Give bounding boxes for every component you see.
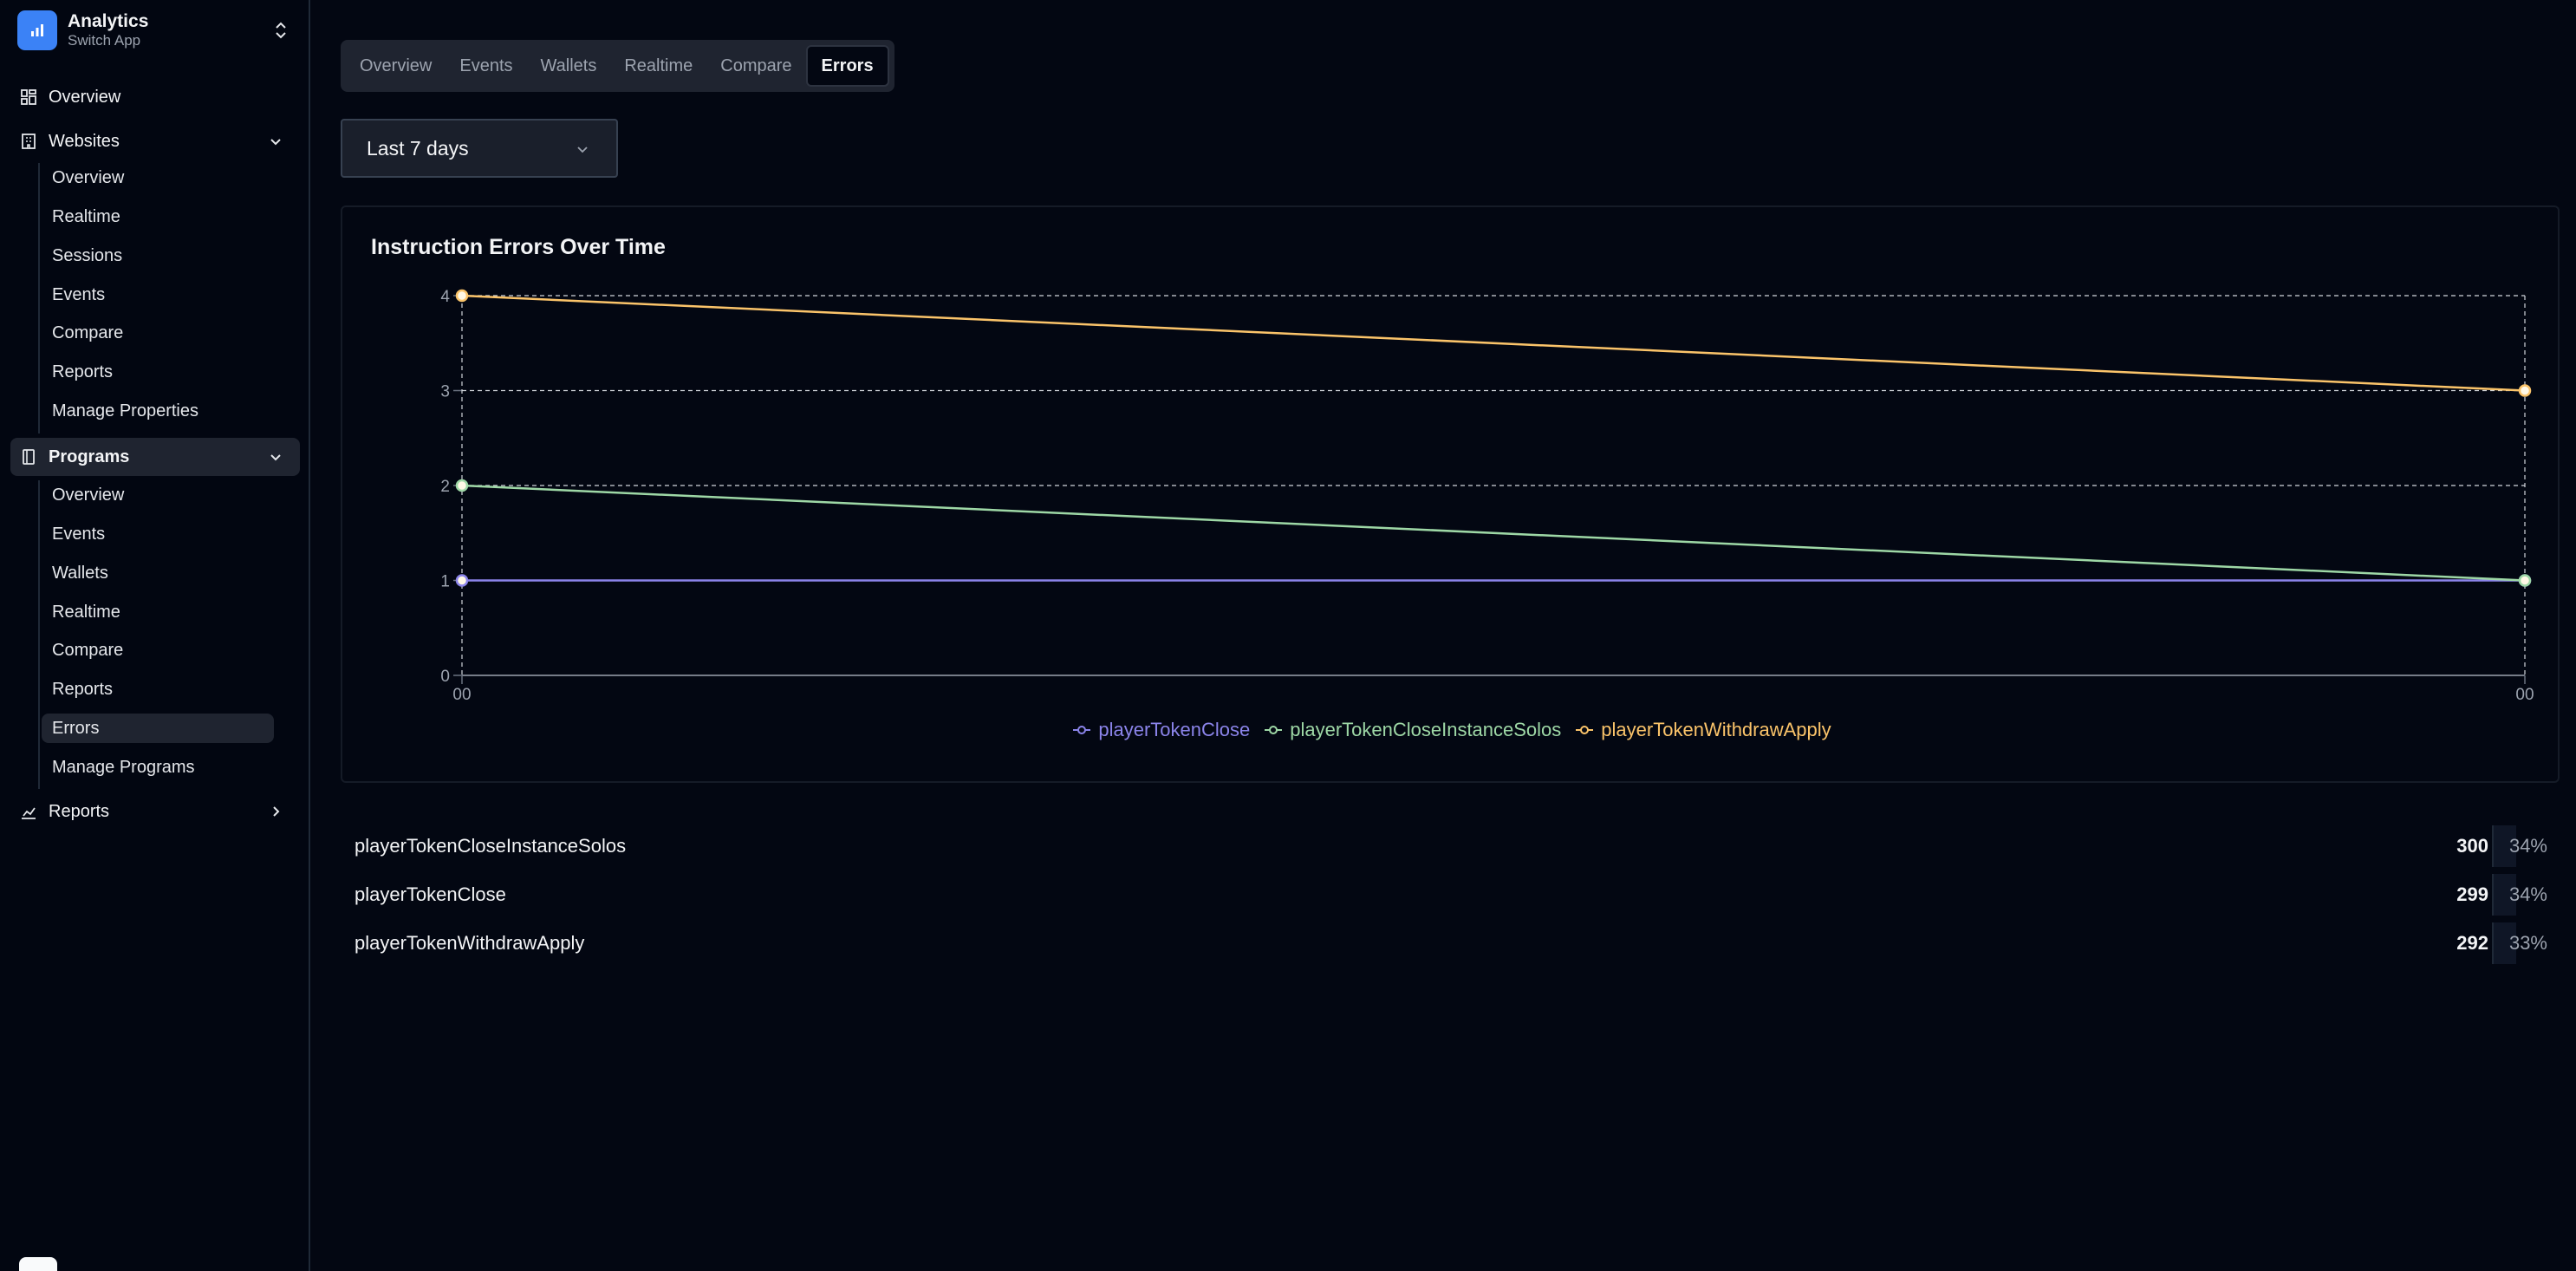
sidebar-item-label: Websites: [49, 131, 120, 151]
sidebar-item-websites-overview[interactable]: Overview: [42, 163, 274, 192]
data-point: [455, 479, 469, 492]
legend-item[interactable]: playerTokenCloseInstanceSolos: [1264, 719, 1561, 741]
errors-chart-card: Instruction Errors Over Time 0 1 2 3 4 00 00 p…: [341, 205, 2560, 783]
row-percent: 34%: [2508, 835, 2547, 857]
sidebar-item-programs-errors[interactable]: Errors: [42, 714, 274, 743]
line-chart: 0 1 2 3 4 00 00: [440, 288, 2534, 704]
avatar[interactable]: [19, 1257, 57, 1271]
chevron-down-icon[interactable]: [267, 448, 284, 466]
row-name: playerTokenCloseInstanceSolos: [355, 835, 627, 857]
programs-submenu: Overview Events Wallets Realtime Compare…: [38, 480, 274, 789]
sidebar-item-websites-events[interactable]: Events: [42, 280, 274, 310]
sidebar-item-websites-compare[interactable]: Compare: [42, 318, 274, 348]
legend-item[interactable]: playerTokenClose: [1072, 719, 1250, 741]
sidebar-item-label: Overview: [49, 87, 121, 107]
x-tick-label: 00: [2515, 686, 2534, 704]
sidebar-item-programs-events[interactable]: Events: [42, 519, 274, 549]
sidebar-item-label: Reports: [49, 801, 110, 821]
y-tick-label: 4: [440, 288, 450, 306]
sidebar-item-label: Programs: [49, 446, 130, 466]
data-point: [455, 574, 469, 587]
x-tick-label: 00: [452, 686, 471, 704]
sidebar-item-programs[interactable]: Programs: [10, 438, 300, 476]
chevron-down-icon: [577, 147, 588, 153]
y-tick-label: 1: [440, 573, 450, 591]
sidebar-item-overview[interactable]: Overview: [10, 78, 300, 116]
row-name: playerTokenClose: [355, 883, 506, 905]
sidebar-item-programs-realtime[interactable]: Realtime: [42, 597, 274, 627]
sidebar-item-programs-wallets[interactable]: Wallets: [42, 558, 274, 588]
analytics-logo-icon: [17, 10, 57, 50]
tab-compare[interactable]: Compare: [706, 45, 805, 87]
legend-item[interactable]: playerTokenWithdrawApply: [1575, 719, 1831, 741]
y-tick-label: 0: [440, 668, 450, 686]
chevron-up-down-icon: [276, 22, 286, 39]
sidebar: Analytics Switch App Overview Websites O…: [0, 0, 310, 1271]
series-line: [461, 484, 2526, 582]
sidebar-item-programs-compare[interactable]: Compare: [42, 636, 274, 665]
table-row: playerTokenClose 299 34%: [341, 872, 2560, 917]
chevron-right-icon[interactable]: [267, 803, 284, 820]
sidebar-item-programs-overview[interactable]: Overview: [42, 480, 274, 510]
app-subtitle: Switch App: [68, 32, 141, 49]
y-tick-label: 3: [440, 383, 450, 401]
legend-line-icon: [1265, 726, 1283, 734]
y-tick-label: 2: [440, 478, 450, 496]
legend-label: playerTokenWithdrawApply: [1601, 719, 1831, 740]
sidebar-item-programs-manage-programs[interactable]: Manage Programs: [42, 753, 274, 782]
tab-wallets[interactable]: Wallets: [527, 45, 611, 87]
row-count: 300: [2456, 835, 2488, 857]
app-title: Analytics: [68, 11, 149, 31]
sidebar-item-websites-reports[interactable]: Reports: [42, 357, 274, 387]
tab-overview[interactable]: Overview: [346, 45, 446, 87]
row-percent: 33%: [2508, 932, 2547, 954]
data-point: [2518, 574, 2532, 587]
document-icon: [19, 447, 38, 466]
chart-legend: playerTokenClose playerTokenCloseInstance…: [342, 719, 2561, 741]
row-name: playerTokenWithdrawApply: [355, 932, 585, 954]
legend-label: playerTokenClose: [1098, 719, 1251, 740]
sidebar-item-websites-realtime[interactable]: Realtime: [42, 202, 274, 231]
sidebar-item-websites-sessions[interactable]: Sessions: [42, 241, 274, 270]
date-range-value: Last 7 days: [367, 136, 469, 160]
row-count: 299: [2456, 883, 2488, 905]
table-row: playerTokenCloseInstanceSolos 300 34%: [341, 824, 2560, 869]
tab-errors[interactable]: Errors: [805, 45, 889, 87]
sidebar-item-reports[interactable]: Reports: [10, 792, 300, 831]
sidebar-item-websites[interactable]: Websites: [10, 122, 300, 160]
row-percent: 34%: [2508, 883, 2547, 905]
sidebar-item-programs-reports[interactable]: Reports: [42, 675, 274, 704]
data-point: [455, 289, 469, 303]
sidebar-item-websites-manage-properties[interactable]: Manage Properties: [42, 396, 274, 426]
building-icon: [19, 132, 38, 151]
app-switcher[interactable]: Analytics Switch App: [17, 9, 296, 52]
data-point: [2518, 384, 2532, 397]
chart-icon: [19, 802, 38, 821]
grid-icon: [19, 88, 38, 107]
chevron-down-icon[interactable]: [267, 133, 284, 150]
row-count: 292: [2456, 932, 2488, 954]
tab-realtime[interactable]: Realtime: [610, 45, 706, 87]
legend-line-icon: [1073, 726, 1091, 734]
legend-label: playerTokenCloseInstanceSolos: [1290, 719, 1562, 740]
legend-line-icon: [1576, 726, 1594, 734]
table-row: playerTokenWithdrawApply 292 33%: [341, 921, 2560, 966]
tab-events[interactable]: Events: [446, 45, 526, 87]
series-line: [461, 294, 2526, 392]
section-tabs: Overview Events Wallets Realtime Compare…: [341, 40, 894, 92]
date-range-select[interactable]: Last 7 days: [341, 119, 618, 178]
websites-submenu: Overview Realtime Sessions Events Compar…: [38, 163, 272, 433]
